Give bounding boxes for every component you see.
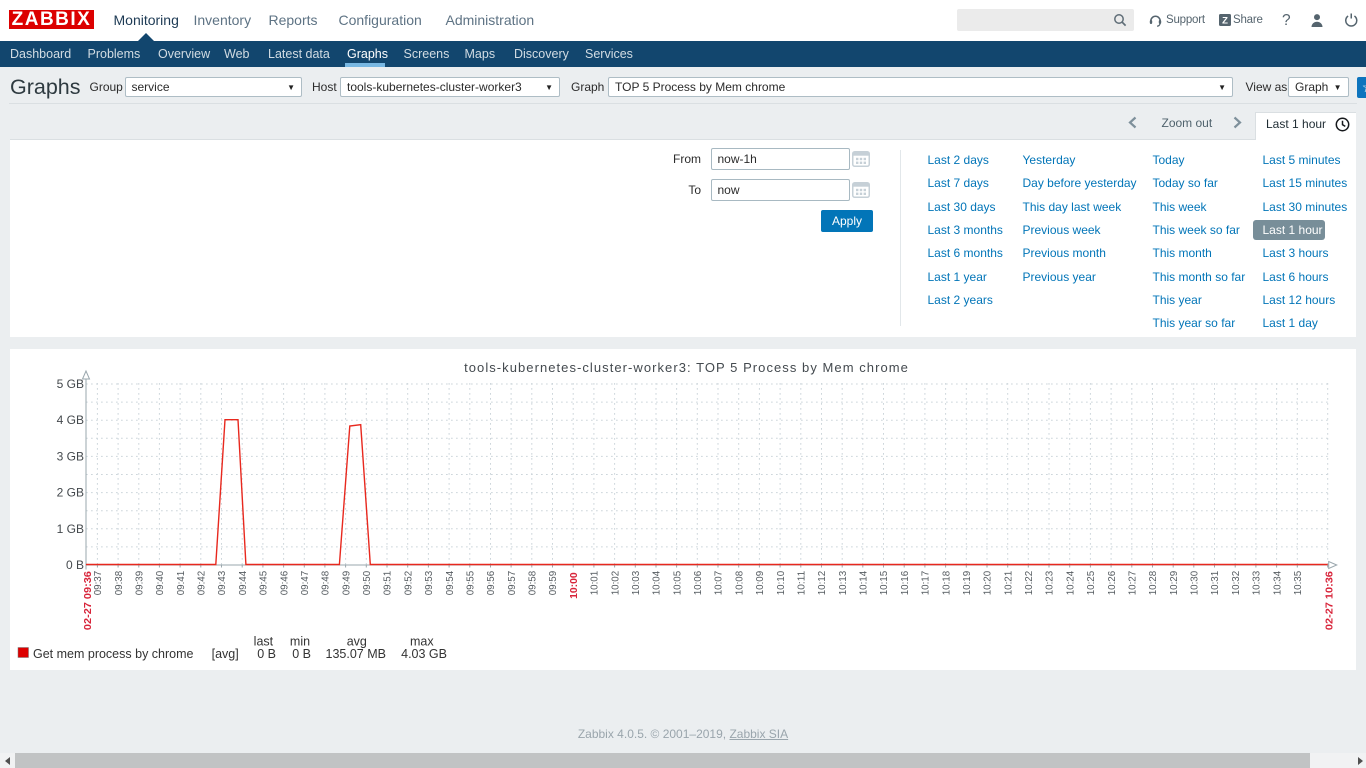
svg-text:135.07 MB: 135.07 MB	[326, 647, 386, 661]
svg-text:09:43: 09:43	[216, 570, 228, 595]
svg-text:10:09: 10:09	[754, 570, 766, 595]
svg-text:10:21: 10:21	[1002, 570, 1014, 595]
svg-text:02-27 10:36: 02-27 10:36	[1324, 570, 1336, 629]
svg-text:10:25: 10:25	[1085, 570, 1097, 595]
svg-text:09:55: 09:55	[465, 570, 477, 595]
svg-text:10:08: 10:08	[733, 570, 745, 595]
svg-text:09:59: 09:59	[547, 570, 559, 595]
svg-text:09:54: 09:54	[444, 570, 456, 595]
svg-text:10:13: 10:13	[837, 570, 849, 595]
svg-text:10:01: 10:01	[589, 570, 601, 595]
svg-text:09:40: 09:40	[154, 570, 166, 595]
svg-text:0 B: 0 B	[292, 647, 311, 661]
svg-text:10:33: 10:33	[1251, 570, 1263, 595]
svg-text:1 GB: 1 GB	[57, 521, 84, 535]
svg-text:Get mem process by chrome: Get mem process by chrome	[33, 647, 194, 661]
svg-text:09:41: 09:41	[175, 570, 187, 595]
svg-text:10:19: 10:19	[961, 570, 973, 595]
svg-text:3 GB: 3 GB	[57, 449, 84, 463]
svg-text:[avg]: [avg]	[212, 647, 239, 661]
svg-text:02-27 09:36: 02-27 09:36	[82, 570, 94, 629]
svg-text:09:44: 09:44	[237, 570, 249, 595]
svg-text:09:42: 09:42	[196, 570, 208, 595]
svg-text:09:51: 09:51	[382, 570, 394, 595]
svg-text:tools-kubernetes-cluster-worke: tools-kubernetes-cluster-worker3: TOP 5 …	[464, 359, 909, 374]
svg-text:09:39: 09:39	[134, 570, 146, 595]
svg-text:09:56: 09:56	[485, 570, 497, 595]
svg-text:10:02: 10:02	[609, 570, 621, 595]
svg-text:10:00: 10:00	[568, 572, 580, 599]
svg-text:10:12: 10:12	[816, 570, 828, 595]
svg-text:10:14: 10:14	[858, 570, 870, 595]
svg-text:10:11: 10:11	[796, 570, 808, 595]
svg-text:0 B: 0 B	[66, 558, 84, 572]
svg-text:09:45: 09:45	[258, 570, 270, 595]
svg-text:10:16: 10:16	[899, 570, 911, 595]
svg-text:09:48: 09:48	[320, 570, 332, 595]
svg-text:2 GB: 2 GB	[57, 485, 84, 499]
svg-text:10:18: 10:18	[940, 570, 952, 595]
svg-text:4 GB: 4 GB	[57, 413, 84, 427]
svg-text:10:17: 10:17	[920, 570, 932, 595]
svg-text:10:32: 10:32	[1230, 570, 1242, 595]
svg-text:10:03: 10:03	[630, 570, 642, 595]
svg-text:0 B: 0 B	[257, 647, 276, 661]
svg-text:10:35: 10:35	[1292, 570, 1304, 595]
svg-text:10:04: 10:04	[651, 570, 663, 595]
svg-text:10:07: 10:07	[713, 570, 725, 595]
svg-text:09:58: 09:58	[527, 570, 539, 595]
svg-text:09:53: 09:53	[423, 570, 435, 595]
svg-text:09:57: 09:57	[506, 570, 518, 595]
svg-text:10:28: 10:28	[1147, 570, 1159, 595]
svg-text:10:29: 10:29	[1168, 570, 1180, 595]
svg-text:10:23: 10:23	[1044, 570, 1056, 595]
svg-text:10:06: 10:06	[692, 570, 704, 595]
svg-text:09:52: 09:52	[402, 570, 414, 595]
svg-text:10:26: 10:26	[1106, 570, 1118, 595]
svg-text:09:49: 09:49	[340, 570, 352, 595]
svg-text:10:22: 10:22	[1023, 570, 1035, 595]
svg-text:10:34: 10:34	[1271, 570, 1283, 595]
svg-text:09:46: 09:46	[278, 570, 290, 595]
svg-text:4.03 GB: 4.03 GB	[401, 647, 447, 661]
svg-text:09:47: 09:47	[299, 570, 311, 595]
svg-text:09:50: 09:50	[361, 570, 373, 595]
svg-text:10:24: 10:24	[1064, 570, 1076, 595]
svg-text:10:05: 10:05	[671, 570, 683, 595]
svg-text:10:27: 10:27	[1127, 570, 1139, 595]
svg-text:5 GB: 5 GB	[57, 377, 84, 391]
svg-text:09:38: 09:38	[113, 570, 125, 595]
svg-text:10:31: 10:31	[1209, 570, 1221, 595]
svg-text:10:10: 10:10	[775, 570, 787, 595]
svg-text:10:15: 10:15	[878, 570, 890, 595]
svg-text:10:30: 10:30	[1189, 570, 1201, 595]
svg-text:Z: Z	[1222, 15, 1228, 25]
svg-text:10:20: 10:20	[982, 570, 994, 595]
